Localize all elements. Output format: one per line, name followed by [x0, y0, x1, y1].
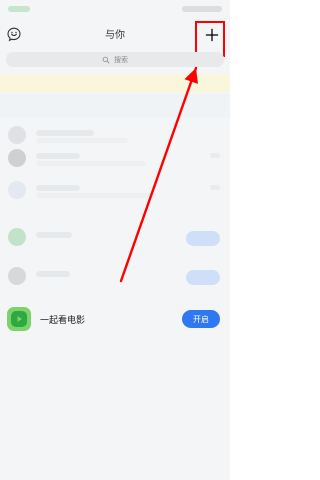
play-icon [17, 316, 22, 322]
status-indicator [8, 6, 30, 12]
watch-movie-title: 一起看电影 [40, 316, 86, 326]
avatar [8, 149, 26, 167]
list-item[interactable] [0, 175, 230, 205]
list-item-line [36, 185, 80, 191]
search-bar[interactable]: 搜索 [6, 52, 224, 67]
search-placeholder: 搜索 [114, 55, 128, 64]
search-icon [102, 56, 110, 63]
secondary-banner [0, 94, 230, 118]
time-indicator [210, 185, 220, 190]
list-item[interactable] [0, 143, 230, 173]
screen: 与你 搜索 一起看电影 开启 [0, 0, 230, 480]
list-item-line [36, 232, 72, 238]
list-item[interactable] [0, 261, 230, 291]
action-pill[interactable] [186, 270, 220, 285]
list-item-line [36, 153, 80, 159]
status-bar [0, 0, 230, 18]
notice-banner [0, 74, 230, 92]
app-icon-inner [11, 311, 27, 327]
avatar [8, 228, 26, 246]
status-icons [182, 6, 222, 12]
list-item-line [36, 161, 146, 166]
watch-movie-app-icon [7, 307, 31, 331]
list-item-line [36, 193, 156, 198]
avatar [8, 181, 26, 199]
list-item-line [36, 271, 70, 277]
avatar [8, 126, 26, 144]
open-button[interactable]: 开启 [182, 310, 220, 328]
avatar [8, 267, 26, 285]
watch-movie-row[interactable]: 一起看电影 开启 [0, 302, 230, 336]
action-pill[interactable] [186, 231, 220, 246]
search-content: 搜索 [6, 52, 224, 67]
list-item[interactable] [0, 222, 230, 252]
time-indicator [210, 153, 220, 158]
list-item-line [36, 130, 94, 136]
